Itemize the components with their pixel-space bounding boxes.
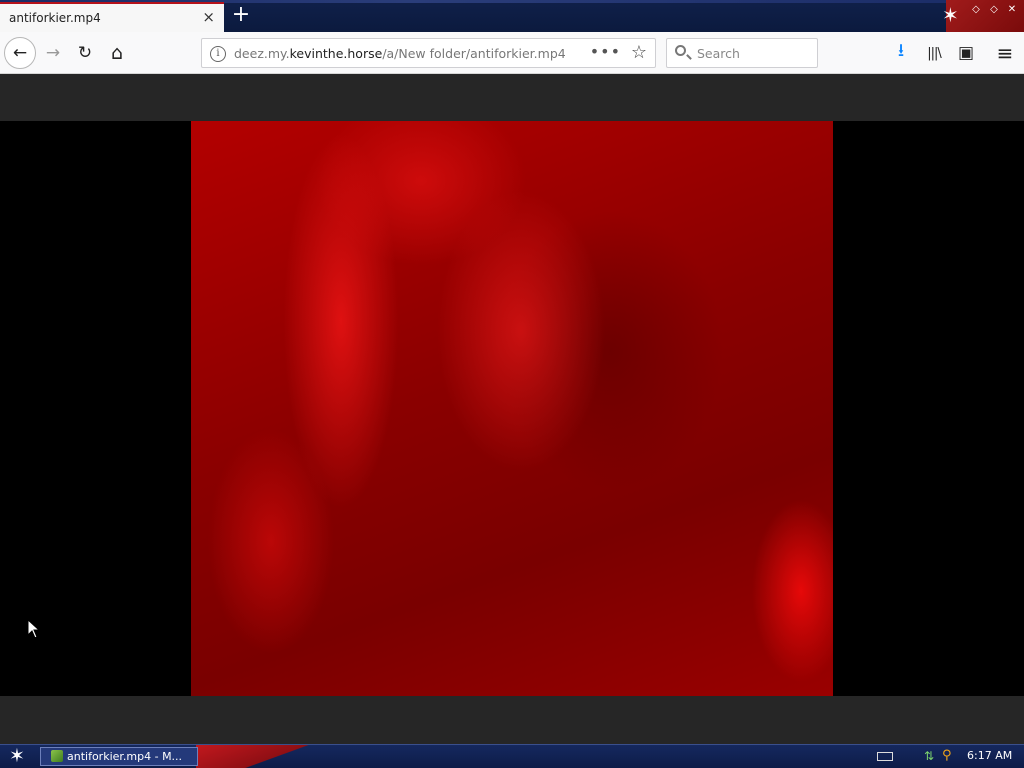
sidebar-button[interactable]: ▣	[951, 38, 981, 68]
video-letterbox-top	[0, 74, 1024, 121]
bookmark-star-icon[interactable]: ☆	[631, 42, 647, 63]
url-prefix: deez.my.	[234, 46, 290, 61]
back-arrow-icon: ←	[12, 43, 28, 63]
hamburger-menu-icon: ≡	[996, 41, 1014, 65]
tab-bar: antiforkier.mp4 × + ✶ ◇ ◇ ✕	[0, 0, 1024, 32]
close-window-icon[interactable]: ✕	[1006, 4, 1018, 16]
tray-search-icon[interactable]: ⚲	[942, 749, 956, 763]
maximize-icon[interactable]: ◇	[988, 4, 1000, 16]
navigation-toolbar: ← → ↻ ⌂ i deez.my.kevinthe.horse/a/New f…	[0, 32, 1024, 74]
site-info-icon[interactable]: i	[210, 46, 226, 62]
tab-antiforkier[interactable]: antiforkier.mp4 ×	[0, 2, 224, 32]
address-bar[interactable]: i deez.my.kevinthe.horse/a/New folder/an…	[201, 38, 656, 68]
menu-button[interactable]: ≡	[990, 38, 1020, 68]
url-domain: kevinthe.horse	[289, 46, 383, 61]
sidebar-icon: ▣	[957, 43, 975, 63]
minimize-icon[interactable]: ◇	[970, 4, 982, 16]
home-icon: ⌂	[110, 42, 124, 64]
library-button[interactable]: |||\	[919, 38, 949, 68]
clock[interactable]: 6:17 AM	[967, 749, 1012, 762]
video-letterbox-bottom	[0, 696, 1024, 744]
library-icon: |||\	[927, 45, 941, 61]
network-icon[interactable]: ⇅	[924, 749, 938, 763]
search-placeholder: Search	[697, 46, 740, 61]
tab-title: antiforkier.mp4	[9, 11, 101, 25]
app-icon	[51, 750, 63, 762]
back-button[interactable]: ←	[4, 37, 36, 69]
reload-icon: ↻	[77, 43, 93, 63]
taskbar-decoration	[196, 745, 316, 768]
tab-close-icon[interactable]: ×	[202, 10, 215, 25]
url-path: /a/New folder/antiforkier.mp4	[382, 46, 566, 61]
new-tab-button[interactable]: +	[230, 4, 252, 26]
search-input[interactable]: Search	[666, 38, 818, 68]
start-button[interactable]: ✶	[6, 746, 28, 766]
page-actions-icon[interactable]: •••	[590, 42, 621, 61]
download-icon: ⭳	[897, 40, 905, 61]
taskbar-item-browser[interactable]: antiforkier.mp4 - M...	[40, 747, 198, 766]
search-icon	[675, 45, 686, 56]
reload-button[interactable]: ↻	[70, 38, 100, 68]
downloads-button[interactable]: ⭳	[886, 38, 916, 68]
window-controls: ◇ ◇ ✕	[970, 4, 1018, 16]
forward-arrow-icon: →	[45, 43, 61, 63]
taskbar: ✶ antiforkier.mp4 - M... ⇅ ⚲ 6:17 AM	[0, 744, 1024, 768]
taskbar-item-label: antiforkier.mp4 - M...	[67, 750, 183, 763]
forward-button[interactable]: →	[38, 38, 68, 68]
home-button[interactable]: ⌂	[102, 38, 132, 68]
page-content	[0, 74, 1024, 744]
video-player[interactable]	[191, 121, 833, 696]
star-icon: ✶	[942, 3, 959, 27]
keyboard-icon[interactable]	[877, 752, 893, 761]
url-text: deez.my.kevinthe.horse/a/New folder/anti…	[234, 46, 566, 61]
